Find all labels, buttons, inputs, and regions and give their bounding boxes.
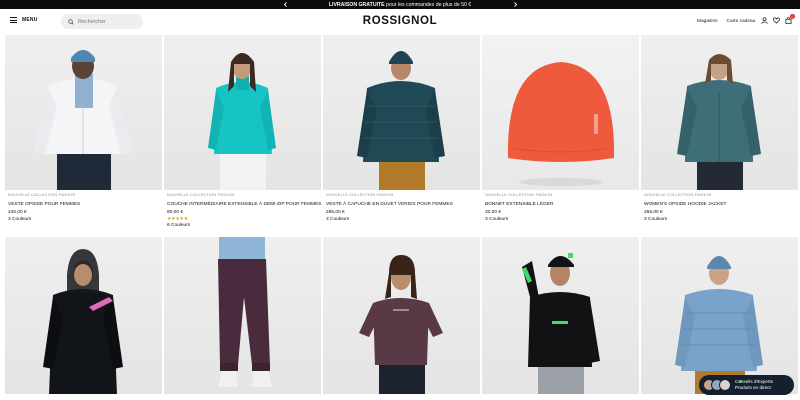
slate-hoodie-jacket-photo (677, 54, 761, 190)
product-card[interactable] (482, 237, 639, 394)
orange-beanie-photo (507, 62, 615, 186)
menu-label: MENU (22, 17, 38, 23)
product-image (641, 35, 798, 190)
promo-prev-arrow[interactable] (278, 0, 292, 9)
product-card[interactable] (641, 237, 798, 394)
white-jacket-photo (33, 50, 133, 190)
product-card[interactable] (323, 237, 480, 394)
brand-logo[interactable]: ROSSIGNOL (340, 15, 460, 27)
navy-down-jacket-photo (357, 51, 445, 190)
product-image (482, 237, 639, 394)
product-meta: NOUVELLE COLLECTION FW24/25 WOMEN'S OPSI… (641, 190, 798, 224)
chevron-right-icon (513, 2, 517, 7)
product-name[interactable]: VESTE À CAPUCHE EN DUVET VERDIX POUR FEM… (326, 202, 477, 209)
product-card[interactable]: NOUVELLE COLLECTION FW24/25 WOMEN'S OPSI… (641, 35, 798, 230)
search-box[interactable] (61, 14, 143, 29)
chevron-left-icon (283, 2, 287, 7)
product-row-1: NOUVELLE COLLECTION FW24/25 VESTE OPSIDE… (5, 35, 798, 230)
product-meta: NOUVELLE COLLECTION FW24/25 VESTE OPSIDE… (5, 190, 162, 224)
product-image (323, 35, 480, 190)
product-card[interactable]: NOUVELLE COLLECTION FW24/25 BONNET EXTEN… (482, 35, 639, 230)
color-count: 6 Couleurs (167, 223, 191, 228)
product-image (164, 237, 321, 394)
product-meta: NOUVELLE COLLECTION FW24/25 VESTE À CAPU… (323, 190, 480, 224)
menu-button[interactable]: MENU (10, 17, 38, 23)
product-card[interactable] (5, 237, 162, 394)
site-header: MENU ROSSIGNOL Magasins Carte cadeau 0 (0, 9, 800, 35)
promo-rest: pour les commandes de plus de 50 € (384, 1, 472, 8)
product-image (482, 35, 639, 190)
expert-avatars (703, 379, 731, 391)
search-input[interactable] (78, 18, 138, 25)
account-button[interactable] (761, 17, 768, 24)
color-count: 3 Couleurs (326, 217, 350, 222)
product-image (323, 237, 480, 394)
promo-next-arrow[interactable] (508, 0, 522, 9)
color-count: 3 Couleurs (8, 217, 32, 222)
product-meta: NOUVELLE COLLECTION FW24/25 BONNET EXTEN… (482, 190, 639, 224)
black-sweatshirt-photo (522, 253, 600, 394)
collection-label: NOUVELLE COLLECTION FW24/25 (644, 193, 712, 197)
collection-label: NOUVELLE COLLECTION FW24/25 (326, 193, 394, 197)
chat-line-2: Produits en direct (735, 385, 771, 390)
product-image (164, 35, 321, 190)
product-meta: NOUVELLE COLLECTION FW24/25 COUCHE INTER… (164, 190, 322, 230)
black-hoodie-photo (43, 249, 123, 394)
promo-highlight: LIVRAISON GRATUITE (328, 1, 385, 8)
color-count: 3 Couleurs (485, 217, 509, 222)
blue-puffer-photo (675, 256, 763, 394)
promo-bar: LIVRAISON GRATUITE pour les commandes de… (0, 0, 800, 9)
search-icon (68, 18, 74, 25)
header-links: Magasins Carte cadeau (697, 19, 755, 24)
promo-text: LIVRAISON GRATUITE pour les commandes de… (329, 2, 471, 8)
collection-label: NOUVELLE COLLECTION FW24/25 (8, 193, 76, 197)
product-card[interactable]: NOUVELLE COLLECTION FW24/25 VESTE À CAPU… (323, 35, 480, 230)
product-card[interactable]: NOUVELLE COLLECTION FW24/25 VESTE OPSIDE… (5, 35, 162, 230)
online-status-dot (739, 380, 742, 383)
plum-tee-photo (359, 255, 443, 394)
teal-halfzip-photo (208, 53, 276, 190)
header-icons: 0 (761, 14, 795, 24)
product-price: 80,00 € (167, 210, 184, 215)
collection-label: NOUVELLE COLLECTION FW24/25 (167, 193, 235, 197)
plum-joggers-photo (218, 237, 272, 387)
product-card[interactable]: NOUVELLE COLLECTION FW24/25 COUCHE INTER… (164, 35, 322, 230)
product-price: 265,00 € (644, 210, 663, 215)
wishlist-button[interactable] (773, 17, 780, 24)
avatar (719, 379, 731, 391)
product-card[interactable] (164, 237, 321, 394)
product-image (5, 35, 162, 190)
user-icon (761, 17, 768, 24)
gift-card-link[interactable]: Carte cadeau (727, 19, 756, 24)
product-name[interactable]: VESTE OPSIDE POUR FEMMES (8, 202, 159, 209)
product-price: 245,00 € (8, 210, 27, 215)
product-name[interactable]: WOMEN'S OPSIDE HOODIE JACKET (644, 202, 795, 209)
collection-label: NOUVELLE COLLECTION FW24/25 (485, 193, 553, 197)
product-image (641, 237, 798, 394)
product-price: 32,00 € (485, 210, 502, 215)
product-name[interactable]: BONNET EXTENSIBLE LÉGER (485, 202, 636, 209)
stores-link[interactable]: Magasins (697, 19, 718, 24)
cart-button[interactable]: 0 (785, 14, 795, 24)
hamburger-icon (10, 17, 17, 23)
color-count: 3 Couleurs (644, 217, 668, 222)
product-row-2 (5, 237, 798, 394)
heart-icon (773, 17, 780, 24)
product-price: 285,00 € (326, 210, 345, 215)
product-name[interactable]: COUCHE INTERMÉDIAIRE EXTENSIBLE À DEMI-Z… (167, 202, 322, 209)
cart-count-badge: 0 (790, 14, 795, 19)
live-expert-chat-button[interactable]: Conseils d'Experts Produits en direct (699, 375, 794, 395)
product-image (5, 237, 162, 394)
